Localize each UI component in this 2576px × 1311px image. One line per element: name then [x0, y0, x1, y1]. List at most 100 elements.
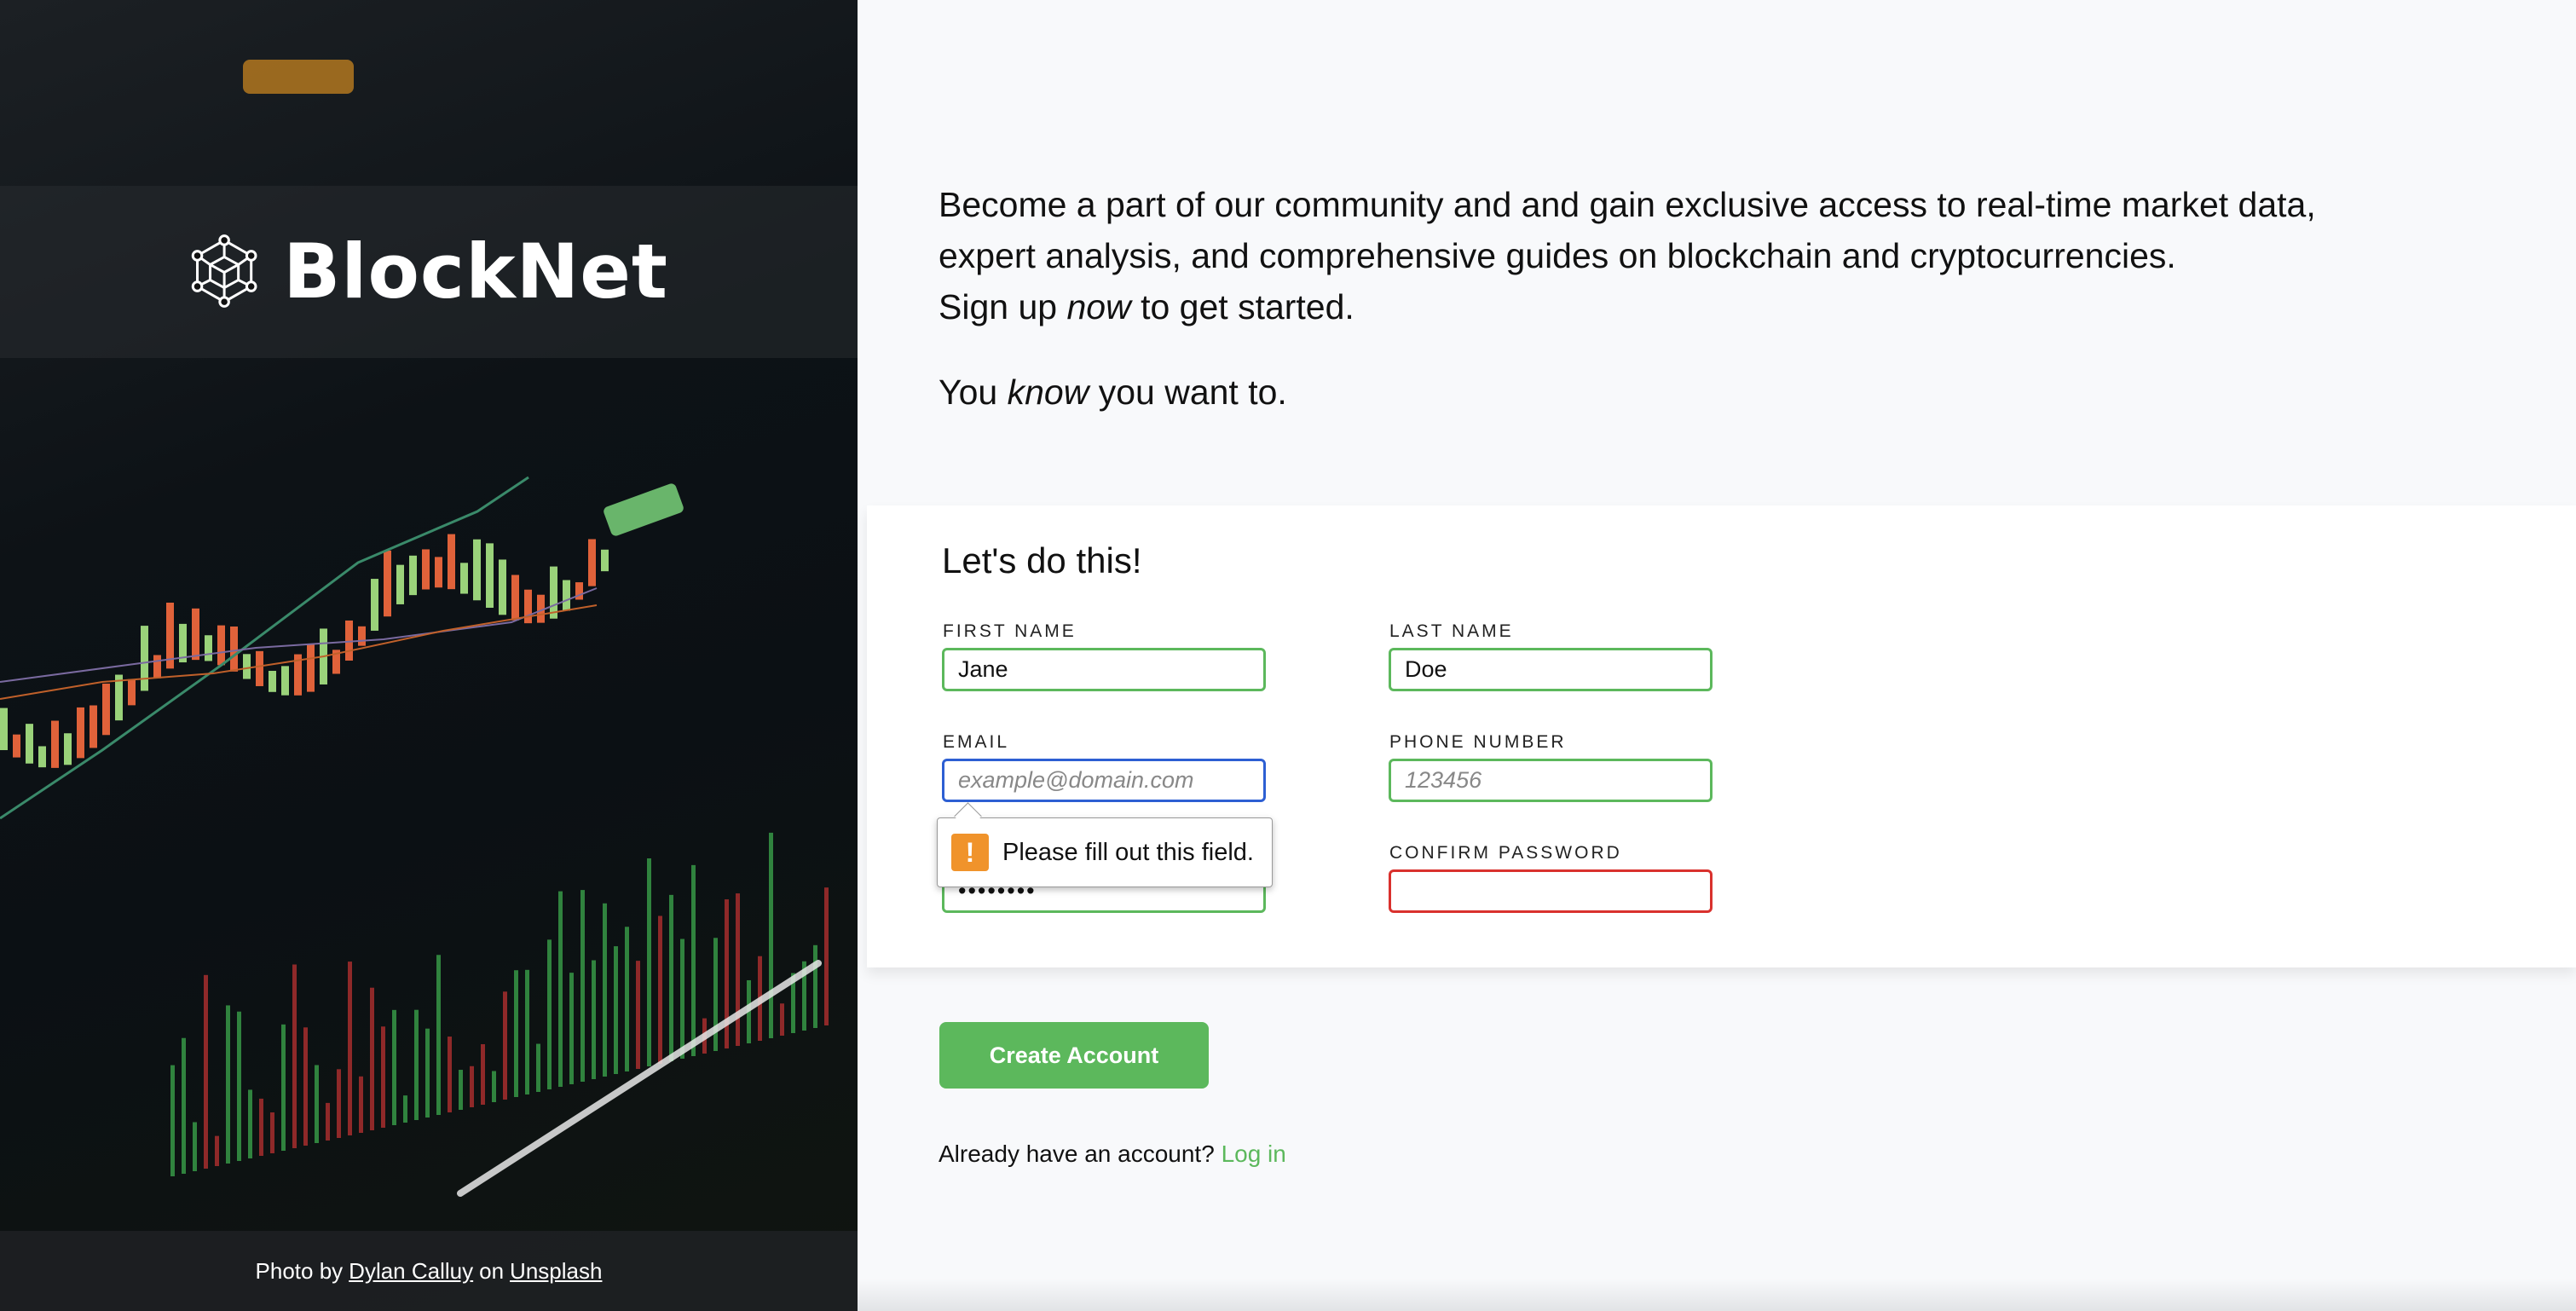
brand-logo: BlockNet [191, 220, 668, 322]
background-candle [0, 707, 8, 750]
background-candle [256, 650, 263, 686]
intro-line-4: You know you want to. [939, 373, 1287, 412]
background-candle [524, 589, 532, 624]
background-volume-bar [769, 832, 773, 1038]
background-volume-bar [204, 974, 208, 1169]
background-candle [384, 550, 391, 617]
login-prompt: Already have an account? Log in [939, 1141, 1286, 1168]
background-volume-bar [182, 1037, 186, 1174]
background-volume-bar [370, 987, 374, 1130]
first-name-label: FIRST NAME [943, 621, 1077, 641]
photo-credit: Photo by Dylan Calluy on Unsplash [0, 1231, 858, 1311]
background-volume-bar [303, 1027, 308, 1146]
background-candle [205, 635, 212, 661]
confirm-password-label: CONFIRM PASSWORD [1389, 843, 1622, 863]
background-volume-bar [503, 991, 507, 1100]
background-volume-bar [170, 1065, 175, 1176]
background-volume-bar [603, 903, 607, 1077]
login-link[interactable]: Log in [1222, 1141, 1286, 1167]
background-volume-bar [392, 1009, 396, 1125]
background-volume-bar [292, 964, 297, 1148]
validation-message: Please fill out this field. [1002, 838, 1254, 866]
background-volume-bar [558, 891, 563, 1087]
confirm-password-field[interactable] [1389, 869, 1713, 913]
background-candle [563, 580, 570, 611]
background-volume-bar [436, 955, 441, 1115]
background-candle [269, 671, 276, 692]
background-volume-bar [680, 938, 684, 1059]
background-volume-bar [193, 1122, 197, 1171]
intro-text: Become a part of our community and and g… [939, 179, 2473, 418]
background-volume-bar [636, 961, 640, 1069]
phone-label: PHONE NUMBER [1389, 732, 1567, 752]
background-volume-bar [359, 1076, 363, 1133]
background-candle [345, 620, 353, 661]
email-field[interactable] [942, 759, 1266, 802]
background-volume-bar [270, 1112, 274, 1153]
background-volume-bar [425, 1028, 430, 1118]
bottom-shadow [858, 1279, 2576, 1311]
validation-tooltip: ! Please fill out this field. [937, 817, 1273, 887]
background-volume-bar [348, 962, 352, 1135]
create-account-button[interactable]: Create Account [939, 1022, 1209, 1089]
brand-name: BlockNet [283, 227, 668, 315]
background-candle [422, 549, 430, 590]
background-volume-bar [536, 1043, 540, 1092]
form-title: Let's do this! [942, 540, 1142, 580]
email-label: EMAIL [943, 732, 1010, 752]
background-volume-bar [248, 1089, 252, 1158]
background-candle [435, 557, 442, 588]
hero-image-panel: BlockNet Photo by Dylan Calluy on Unspla… [0, 0, 858, 1311]
cube-network-icon [191, 234, 257, 308]
background-candle [90, 705, 97, 748]
first-name-field[interactable] [942, 648, 1266, 691]
background-candle [396, 564, 404, 604]
background-candle [230, 627, 238, 672]
background-candle [473, 539, 481, 601]
background-candle [511, 575, 519, 621]
background-candle [409, 555, 417, 596]
background-candle [153, 655, 161, 679]
background-volume-bar [625, 927, 629, 1071]
credit-author-link[interactable]: Dylan Calluy [349, 1258, 473, 1285]
background-candle [448, 534, 455, 590]
background-volume-bar [237, 1011, 241, 1161]
background-volume-bar [337, 1069, 341, 1138]
last-name-field[interactable] [1389, 648, 1713, 691]
background-candle [77, 707, 84, 759]
background-candle [64, 733, 72, 765]
background-candle [51, 720, 59, 768]
background-candle [243, 654, 251, 679]
phone-field[interactable] [1389, 759, 1713, 802]
background-candle [217, 625, 225, 666]
background-candle [26, 724, 33, 764]
background-volume-bar [824, 887, 829, 1025]
background-candle [141, 626, 148, 691]
background-volume-bar [580, 890, 585, 1082]
background-volume-bar [448, 1037, 452, 1112]
background-volume-bar [592, 960, 596, 1079]
background-volume-bar [215, 1135, 219, 1166]
credit-middle: on [479, 1257, 505, 1284]
background-candle [128, 679, 136, 706]
background-volume-bar [736, 893, 740, 1046]
emphasis-now: now [1066, 287, 1131, 326]
background-candle [281, 666, 289, 696]
background-volume-bar [492, 1071, 496, 1102]
background-volume-bar [813, 944, 817, 1028]
credit-site-link[interactable]: Unsplash [510, 1258, 602, 1285]
background-candle [102, 683, 110, 736]
background-candle [499, 559, 506, 615]
warning-icon: ! [951, 834, 989, 871]
background-volume-bar [414, 1009, 419, 1120]
background-volume-bar [525, 969, 529, 1094]
background-volume-bar [647, 858, 651, 1066]
background-volume-bar [381, 1026, 385, 1128]
background-candle [358, 626, 366, 646]
background-volume-bar [569, 973, 574, 1084]
background-candle [550, 566, 557, 619]
background-candle [588, 539, 596, 586]
background-volume-bar [669, 894, 673, 1061]
background-candle [371, 579, 378, 631]
background-volume-bar [614, 946, 618, 1074]
